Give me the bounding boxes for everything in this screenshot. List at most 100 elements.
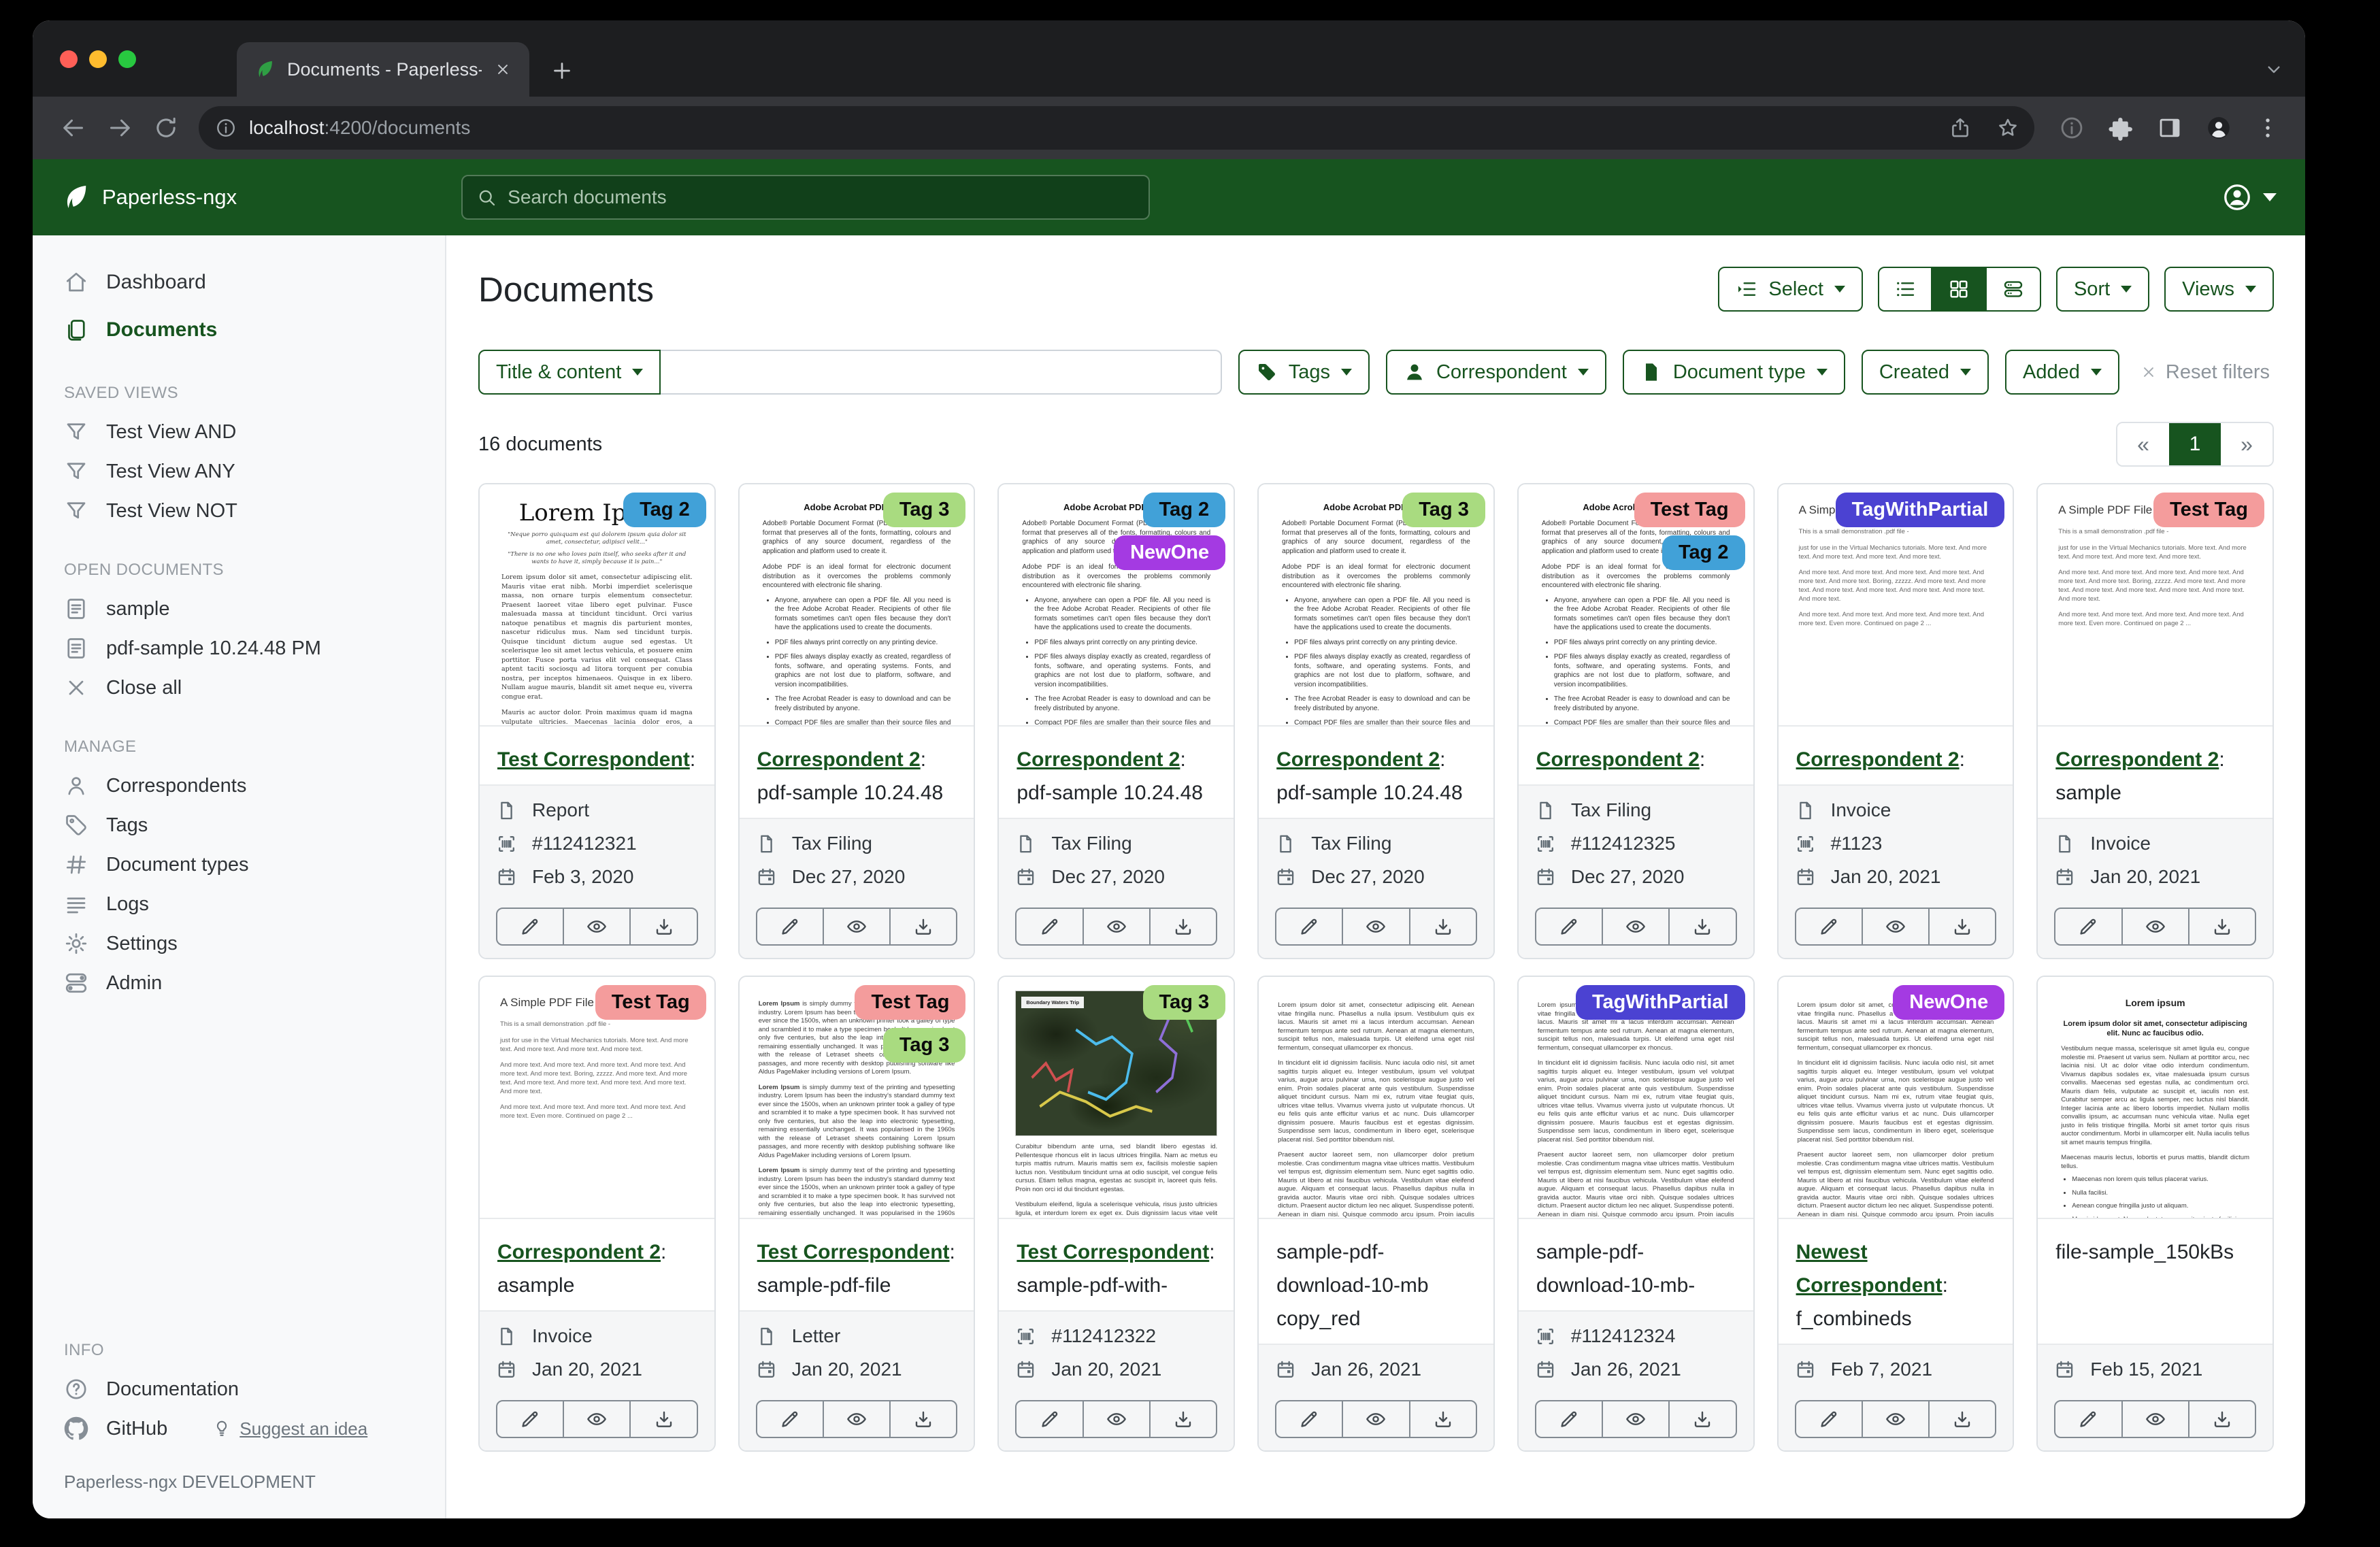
edit-button[interactable]	[497, 909, 563, 944]
views-dropdown-button[interactable]: Views	[2164, 267, 2274, 312]
user-menu[interactable]	[2222, 182, 2277, 212]
list-view-button[interactable]	[1878, 267, 1932, 312]
edit-button[interactable]	[1017, 909, 1082, 944]
download-button[interactable]	[889, 1401, 956, 1437]
view-button[interactable]	[1082, 1401, 1149, 1437]
sidebar-item-dashboard[interactable]: Dashboard	[33, 259, 445, 306]
forward-button[interactable]	[106, 114, 133, 142]
sidebar-item-document-types[interactable]: Document types	[33, 845, 445, 884]
document-title[interactable]: file-sample_150kBs	[2038, 1219, 2272, 1344]
document-title[interactable]: Test Correspondent: A Sample PDF 2	[480, 727, 714, 784]
correspondent-filter-button[interactable]: Correspondent	[1386, 350, 1606, 395]
tag-badge[interactable]: TagWithPartial	[1576, 985, 1745, 1020]
correspondent-link[interactable]: Correspondent 2	[757, 748, 921, 771]
site-info-icon[interactable]	[215, 117, 237, 139]
sidebar-item-documents[interactable]: Documents	[33, 306, 445, 354]
reload-button[interactable]	[152, 114, 180, 142]
sidebar-item-test-view-and[interactable]: Test View AND	[33, 412, 445, 452]
sidebar-item-settings[interactable]: Settings	[33, 924, 445, 963]
sidebar-item-test-view-not[interactable]: Test View NOT	[33, 491, 445, 531]
download-button[interactable]	[889, 909, 956, 944]
edit-button[interactable]	[2055, 1401, 2121, 1437]
document-card[interactable]: Lorem ipsum dolor sit amet, consectetur …	[1257, 976, 1495, 1452]
browser-profile-avatar[interactable]	[2206, 115, 2232, 141]
view-button[interactable]	[2121, 1401, 2188, 1437]
tag-badge[interactable]: NewOne	[1893, 985, 2004, 1020]
document-title[interactable]: Newest Correspondent: f_combineds	[1779, 1219, 2013, 1344]
sidebar-item-correspondents[interactable]: Correspondents	[33, 766, 445, 805]
title-content-dropdown-button[interactable]: Title & content	[478, 350, 661, 395]
back-button[interactable]	[60, 114, 87, 142]
tags-filter-button[interactable]: Tags	[1238, 350, 1370, 395]
address-bar[interactable]: localhost:4200/documents	[199, 106, 2034, 150]
select-dropdown-button[interactable]: Select	[1718, 267, 1863, 312]
edit-button[interactable]	[1276, 909, 1342, 944]
reset-filters-button[interactable]: Reset filters	[2136, 350, 2274, 395]
document-thumbnail[interactable]: Lorem ipsum dolor sit amet, consectetur …	[1259, 977, 1493, 1219]
correspondent-link[interactable]: Correspondent 2	[497, 1241, 661, 1263]
zoom-window-button[interactable]	[118, 50, 136, 68]
correspondent-link[interactable]: Test Correspondent	[757, 1241, 950, 1263]
document-title[interactable]: Correspondent 2: pdf-sample 10.24.48 PM	[1259, 727, 1493, 818]
tag-badge[interactable]: Tag 3	[1402, 493, 1485, 527]
download-button[interactable]	[2188, 1401, 2255, 1437]
view-button[interactable]	[1342, 1401, 1408, 1437]
edit-button[interactable]	[1017, 1401, 1082, 1437]
correspondent-link[interactable]: Correspondent 2	[1276, 748, 1440, 771]
view-button[interactable]	[823, 1401, 889, 1437]
suggest-idea-link[interactable]: Suggest an idea	[212, 1418, 367, 1440]
document-title[interactable]: Correspondent 2: sample	[1779, 727, 2013, 784]
edit-button[interactable]	[757, 1401, 823, 1437]
tag-badge[interactable]: TagWithPartial	[1836, 493, 2005, 527]
global-search[interactable]	[461, 175, 1150, 220]
share-icon[interactable]	[1949, 116, 1972, 139]
document-card[interactable]: NewOneLorem ipsum dolor sit amet, consec…	[1777, 976, 2015, 1452]
tag-badge[interactable]: NewOne	[1114, 535, 1225, 570]
current-page-button[interactable]: 1	[2169, 423, 2221, 465]
document-title[interactable]: Correspondent 2: pdf-sample 10.24.48 PM	[999, 727, 1234, 818]
download-button[interactable]	[1149, 909, 1216, 944]
view-button[interactable]	[1602, 1401, 1668, 1437]
sidebar-item-pdf-sample-10-24-48-pm[interactable]: pdf-sample 10.24.48 PM	[33, 629, 445, 668]
correspondent-link[interactable]: Correspondent 2	[2055, 748, 2219, 771]
sidebar-item-sample[interactable]: sample	[33, 589, 445, 629]
document-title[interactable]: sample-pdf-download-10-mb copy_red	[1259, 1219, 1493, 1344]
document-card[interactable]: Lorem ipsumLorem ipsum dolor sit amet, c…	[2036, 976, 2274, 1452]
view-button[interactable]	[1862, 1401, 1928, 1437]
document-thumbnail[interactable]: Lorem ipsumLorem ipsum dolor sit amet, c…	[2038, 977, 2272, 1219]
sidebar-item-test-view-any[interactable]: Test View ANY	[33, 452, 445, 491]
tag-badge[interactable]: Tag 2	[623, 493, 706, 527]
edit-button[interactable]	[497, 1401, 563, 1437]
tag-badge[interactable]: Tag 3	[1143, 985, 1226, 1020]
sidebar-item-tags[interactable]: Tags	[33, 805, 445, 845]
document-title[interactable]: Correspondent 2: pdf-sample 10.24.48 PM	[740, 727, 974, 818]
edit-button[interactable]	[2055, 909, 2121, 944]
grid-view-button[interactable]	[1932, 267, 1987, 312]
tag-badge[interactable]: Test Tag	[1634, 493, 1745, 527]
app-brand[interactable]: Paperless-ngx	[61, 183, 237, 212]
sidebar-item-logs[interactable]: Logs	[33, 884, 445, 924]
correspondent-link[interactable]: Newest Correspondent	[1796, 1241, 1943, 1297]
new-tab-button[interactable]	[550, 59, 574, 83]
tag-badge[interactable]: Tag 2	[1143, 493, 1226, 527]
document-card[interactable]: Tag 2NewOneAdobe Acrobat PDF FilesAdobe®…	[997, 483, 1235, 959]
document-type-filter-button[interactable]: Document type	[1623, 350, 1845, 395]
document-title[interactable]: Correspondent 2: sample	[2038, 727, 2272, 818]
correspondent-link[interactable]: Correspondent 2	[1017, 748, 1180, 771]
edit-button[interactable]	[1536, 909, 1602, 944]
title-content-filter-input[interactable]	[661, 350, 1221, 395]
view-button[interactable]	[1602, 909, 1668, 944]
download-button[interactable]	[629, 909, 696, 944]
download-button[interactable]	[1668, 909, 1735, 944]
view-button[interactable]	[1862, 909, 1928, 944]
tag-badge[interactable]: Test Tag	[595, 985, 706, 1020]
tag-badge[interactable]: Tag 3	[883, 1028, 966, 1063]
download-button[interactable]	[1409, 1401, 1476, 1437]
tab-search-chevron-icon[interactable]	[2263, 59, 2285, 80]
view-button[interactable]	[1082, 909, 1149, 944]
document-card[interactable]: Tag 3Boundary Waters TripCurabitur biben…	[997, 976, 1235, 1452]
added-filter-button[interactable]: Added	[2005, 350, 2119, 395]
document-card[interactable]: Test TagA Simple PDF FileThis is a small…	[478, 976, 716, 1452]
view-button[interactable]	[1342, 909, 1408, 944]
document-card[interactable]: Test TagTag 3Lorem Ipsum is simply dummy…	[738, 976, 976, 1452]
